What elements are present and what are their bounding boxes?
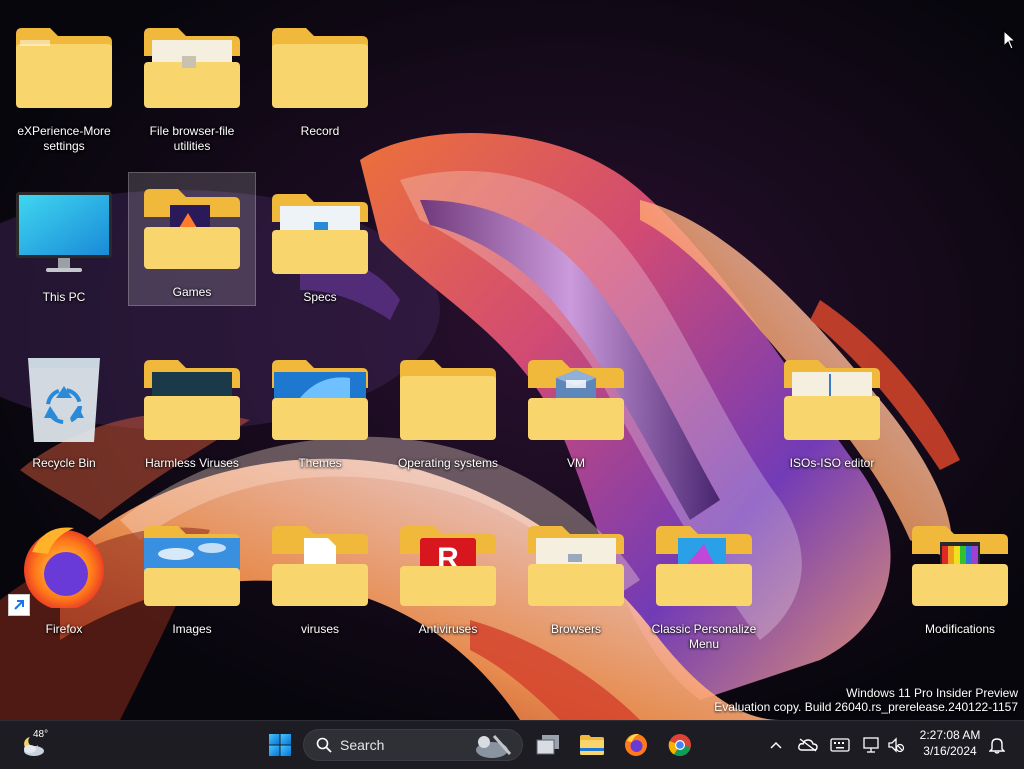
desktop-icon-this-pc[interactable]: This PC <box>0 178 128 310</box>
icon-label: File browser-file utilities <box>149 124 235 153</box>
folder-icon <box>142 26 242 110</box>
folder-icon <box>270 358 370 442</box>
taskbar: 48° Search 2:27:08 AM 3/16/2024 <box>0 720 1024 769</box>
recycle-bin-icon <box>14 358 114 442</box>
icon-label: VM <box>567 456 585 470</box>
desktop-icon-games[interactable]: Games <box>128 172 256 306</box>
folder-icon <box>142 187 242 271</box>
quick-settings-button[interactable] <box>860 729 908 761</box>
weather-temperature: 48° <box>33 729 49 740</box>
desktop-icon-modifications[interactable]: Modifications <box>896 510 1024 642</box>
icon-label: Record <box>300 124 340 138</box>
icon-label: Classic Personalize Menu <box>651 622 757 651</box>
desktop-icon-isos[interactable]: ISOs-ISO editor <box>768 344 896 476</box>
icon-label: Antiviruses <box>418 622 478 636</box>
folder-icon <box>270 524 370 608</box>
icon-label: Recycle Bin <box>32 456 96 470</box>
file-explorer-icon <box>580 735 604 755</box>
desktop-icon-images[interactable]: Images <box>128 510 256 642</box>
start-button[interactable] <box>262 729 298 761</box>
firefox-icon <box>8 524 114 616</box>
desktop-icon-recycle-bin[interactable]: Recycle Bin <box>0 344 128 476</box>
shortcut-arrow-icon <box>8 594 30 616</box>
monitor-icon <box>14 192 114 276</box>
icon-label: Operating systems <box>397 456 499 470</box>
icon-label: Modifications <box>924 622 996 636</box>
evaluation-watermark: Windows 11 Pro Insider Preview Evaluatio… <box>714 686 1018 714</box>
folder-icon <box>270 26 370 110</box>
taskbar-file-explorer[interactable] <box>576 729 608 761</box>
network-icon <box>863 737 879 753</box>
search-icon <box>316 737 332 753</box>
desktop-icon-themes[interactable]: Themes <box>256 344 384 476</box>
folder-icon <box>910 524 1010 608</box>
taskbar-chrome[interactable] <box>664 729 696 761</box>
icon-label: ISOs-ISO editor <box>789 456 875 470</box>
desktop-icon-firefox[interactable]: Firefox <box>0 510 128 642</box>
folder-icon <box>654 524 754 608</box>
icon-label: viruses <box>300 622 339 636</box>
folder-icon <box>270 192 370 276</box>
watermark-line-2: Evaluation copy. Build 26040.rs_prerelea… <box>714 700 1018 714</box>
touch-keyboard-button[interactable] <box>828 729 852 761</box>
folder-icon <box>14 26 114 110</box>
mouse-cursor-icon <box>1003 29 1017 55</box>
taskbar-firefox[interactable] <box>620 729 652 761</box>
desktop-icon-operating-systems[interactable]: Operating systems <box>384 344 512 476</box>
search-highlight-icon <box>476 735 512 758</box>
icon-label: Browsers <box>550 622 601 636</box>
desktop-icon-harmless-viruses[interactable]: Harmless Viruses <box>128 344 256 476</box>
folder-icon: R <box>398 524 498 608</box>
show-hidden-icons-button[interactable] <box>766 729 786 761</box>
start-icon <box>269 734 291 756</box>
desktop-icon-classic-personalize[interactable]: Classic Personalize Menu <box>640 510 768 651</box>
icon-label: eXPerience-More settings <box>17 124 111 153</box>
notification-bell-icon <box>989 738 1005 754</box>
taskbar-search-box[interactable]: Search <box>303 729 523 761</box>
clock-time: 2:27:08 AM <box>919 728 981 742</box>
desktop-icon-vm[interactable]: VM <box>512 344 640 476</box>
notification-center-button[interactable] <box>986 729 1008 761</box>
folder-icon <box>398 358 498 442</box>
desktop-icon-file-browser[interactable]: File browser-file utilities <box>128 12 256 153</box>
task-view-icon <box>536 735 559 755</box>
keyboard-icon <box>830 738 850 752</box>
icon-label: Firefox <box>45 622 83 636</box>
taskbar-clock[interactable]: 2:27:08 AM 3/16/2024 <box>912 727 988 759</box>
watermark-line-1: Windows 11 Pro Insider Preview <box>846 686 1018 700</box>
search-placeholder: Search <box>340 737 385 753</box>
icon-label: Images <box>172 622 212 636</box>
clock-date: 3/16/2024 <box>923 744 977 758</box>
folder-icon <box>142 524 242 608</box>
desktop-icon-experience[interactable]: eXPerience-More settings <box>0 12 128 153</box>
chrome-icon <box>668 734 691 757</box>
desktop-icon-record[interactable]: Record <box>256 12 384 144</box>
icon-label: Specs <box>303 290 337 304</box>
task-view-button[interactable] <box>532 729 564 761</box>
icon-label: Harmless Viruses <box>145 456 239 470</box>
volume-muted-icon <box>888 737 905 753</box>
desktop-icon-specs[interactable]: Specs <box>256 178 384 310</box>
icon-label: Themes <box>298 456 342 470</box>
onedrive-offline-icon <box>798 738 818 752</box>
firefox-icon <box>625 733 647 756</box>
folder-icon <box>526 358 626 442</box>
icon-label: Games <box>172 285 212 299</box>
folder-icon <box>142 358 242 442</box>
desktop-icon-antiviruses[interactable]: R Antiviruses <box>384 510 512 642</box>
folder-icon <box>526 524 626 608</box>
icon-label: This PC <box>42 290 86 304</box>
folder-icon <box>782 358 882 442</box>
onedrive-tray[interactable] <box>796 729 820 761</box>
desktop-icon-browsers[interactable]: Browsers <box>512 510 640 642</box>
desktop-icon-viruses[interactable]: viruses <box>256 510 384 642</box>
chevron-up-icon <box>770 741 782 749</box>
